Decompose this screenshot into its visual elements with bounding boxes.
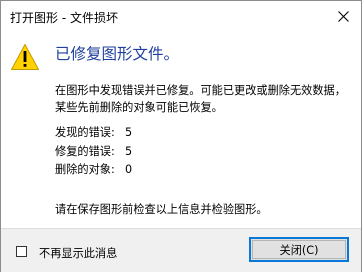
close-button[interactable]: 关闭(C) bbox=[249, 237, 349, 262]
verification-note: 请在保存图形前检查以上信息并检验图形。 bbox=[55, 203, 268, 216]
stat-value: 5 bbox=[125, 126, 133, 139]
stat-value: 0 bbox=[125, 163, 133, 176]
stat-label: 发现的错误: bbox=[55, 126, 115, 139]
stat-row-found: 发现的错误: 5 bbox=[55, 126, 132, 140]
message-description: 在图形中发现错误并已修复。可能已更改或删除无效数据，某些先前删除的对象可能已恢复… bbox=[55, 84, 346, 114]
stat-label: 修复的错误: bbox=[55, 145, 115, 158]
stat-row-deleted: 删除的对象: 0 bbox=[55, 163, 132, 177]
dialog-footer: 不再显示此消息 关闭(C) bbox=[1, 228, 361, 272]
title-bar[interactable]: 打开图形 - 文件损坏 bbox=[1, 1, 361, 32]
stat-value: 5 bbox=[125, 145, 133, 158]
stat-row-fixed: 修复的错误: 5 bbox=[55, 145, 132, 159]
dont-show-again-checkbox[interactable] bbox=[16, 246, 27, 257]
window-close-button[interactable] bbox=[325, 1, 361, 32]
message-heading: 已修复图形文件。 bbox=[55, 45, 180, 63]
dialog-window: 打开图形 - 文件损坏 已修复图形文件。 在图形中发现错误并已修复。可能已更改或… bbox=[0, 0, 362, 272]
warning-triangle-icon bbox=[11, 44, 39, 70]
window-title: 打开图形 - 文件损坏 bbox=[10, 11, 118, 25]
close-button-label: 关闭(C) bbox=[279, 243, 319, 257]
dont-show-again-label[interactable]: 不再显示此消息 bbox=[39, 245, 117, 261]
stat-label: 删除的对象: bbox=[55, 163, 115, 176]
close-icon bbox=[337, 11, 349, 22]
